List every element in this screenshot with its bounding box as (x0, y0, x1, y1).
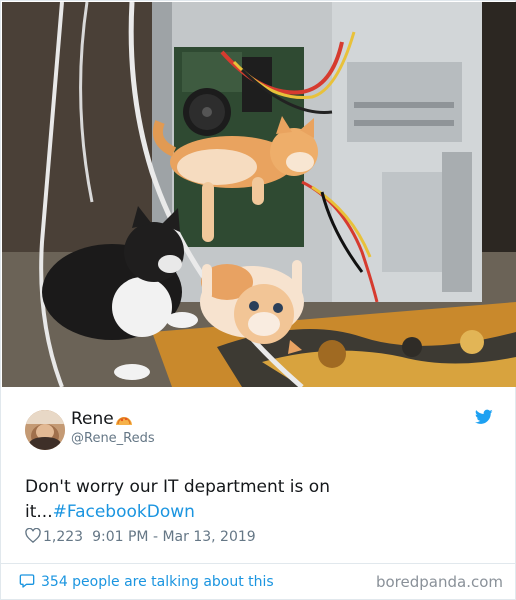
display-name[interactable]: Rene (71, 409, 114, 429)
avatar-image (25, 410, 65, 450)
source-watermark: boredpanda.com (375, 573, 503, 591)
tweet-text: Don't worry our IT department is on it..… (25, 475, 385, 525)
tweet-card: Rene @Rene_Reds Don't worry our IT depar… (0, 0, 516, 600)
tweet-photo[interactable] (2, 2, 516, 387)
like-count[interactable]: 1,223 (43, 529, 83, 545)
avatar[interactable] (25, 410, 65, 450)
heart-icon[interactable] (25, 527, 41, 544)
tweet-body: Rene @Rene_Reds Don't worry our IT depar… (1, 387, 516, 562)
hashtag-link[interactable]: #FacebookDown (53, 502, 195, 522)
tweet-meta: 1,223 9:01 PM - Mar 13, 2019 (25, 527, 256, 547)
kittens-in-computer-photo (2, 2, 516, 387)
user-handle[interactable]: @Rene_Reds (71, 431, 155, 447)
taco-emoji-icon (115, 411, 133, 425)
tweet-footer: 354 people are talking about this boredp… (1, 564, 516, 600)
speech-bubble-icon[interactable] (19, 573, 35, 589)
talking-about-link[interactable]: 354 people are talking about this (41, 572, 274, 592)
tweet-timestamp[interactable]: 9:01 PM - Mar 13, 2019 (92, 529, 256, 545)
twitter-bird-icon[interactable] (474, 409, 493, 425)
